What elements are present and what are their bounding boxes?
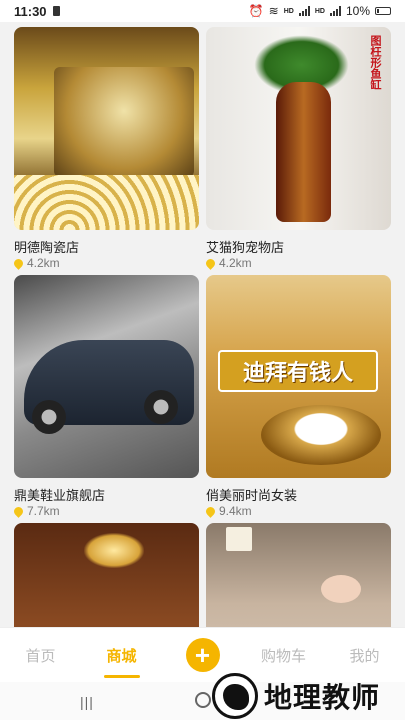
shop-image-3[interactable] [14, 275, 199, 478]
add-button[interactable]: + [185, 638, 220, 672]
shop-grid[interactable]: 明德陶瓷店 4.2km 图枉形鱼缸 艾猫狗宠物店 4.2km 鼎美鞋业旗舰店 7… [0, 22, 405, 627]
vase [276, 82, 331, 222]
car-wheel [32, 400, 66, 434]
location-pin-icon [204, 256, 217, 270]
shop-image-1[interactable] [14, 27, 199, 230]
shop-card-5[interactable] [14, 523, 199, 627]
shop-card-6[interactable] [206, 523, 391, 627]
tab-label: 我的 [349, 647, 380, 665]
shop-name[interactable]: 鼎美鞋业旗舰店 [14, 485, 199, 503]
hd-label-1: HD [283, 7, 294, 15]
image-banner: 迪拜有钱人 [218, 350, 378, 392]
recents-icon[interactable]: ||| [80, 694, 94, 710]
wifi-icon: ≋ [268, 4, 279, 18]
watermark-text: 地理教师 [264, 681, 381, 714]
battery-percent: 10% [345, 4, 370, 18]
tab-label: 商城 [106, 647, 137, 665]
shop-distance-row: 7.7km [12, 504, 199, 518]
sim-icon [52, 6, 60, 16]
shop-distance: 4.2km [27, 256, 60, 270]
shop-distance: 7.7km [27, 504, 60, 518]
shop-name[interactable]: 艾猫狗宠物店 [206, 237, 391, 255]
globe-logo-icon [212, 673, 258, 719]
location-pin-icon [204, 504, 217, 518]
golden-toilet [261, 405, 381, 465]
vase-side-text: 图枉形鱼缸 [369, 35, 381, 90]
chandelier [84, 533, 144, 568]
tab-label: 首页 [25, 647, 56, 665]
shop-distance: 9.4km [219, 504, 252, 518]
watermark: 地理教师 [212, 672, 380, 720]
shop-distance-row: 9.4km [204, 504, 391, 518]
shop-card-3[interactable]: 鼎美鞋业旗舰店 7.7km [12, 275, 199, 518]
shop-name[interactable]: 明德陶瓷店 [14, 237, 199, 255]
tab-home[interactable]: 首页 [0, 628, 81, 683]
bedside-lamp [226, 527, 252, 551]
tab-label: 购物车 [260, 647, 306, 665]
status-bar: 11:30 ⏰ ≋ HD HD 10% [0, 0, 405, 22]
shop-name[interactable]: 俏美丽时尚女装 [206, 485, 391, 503]
sleeping-person [321, 575, 361, 603]
dragon-relief [54, 67, 194, 177]
shop-card-4[interactable]: 迪拜有钱人 俏美丽时尚女装 9.4km [204, 275, 391, 518]
location-pin-icon [12, 256, 25, 270]
status-time: 11:30 [14, 3, 47, 19]
signal-icon-2 [329, 6, 341, 16]
hd-label-2: HD [314, 7, 325, 15]
shop-distance-row: 4.2km [12, 256, 199, 270]
tab-mall[interactable]: 商城 [81, 628, 162, 683]
shop-distance: 4.2km [219, 256, 252, 270]
battery-icon [375, 7, 391, 15]
signal-icon-1 [298, 6, 310, 16]
shop-card-2[interactable]: 图枉形鱼缸 艾猫狗宠物店 4.2km [204, 27, 391, 270]
shop-image-5[interactable] [14, 523, 199, 627]
shop-image-2[interactable]: 图枉形鱼缸 [206, 27, 391, 230]
status-indicators: ⏰ ≋ HD HD 10% [249, 4, 391, 18]
shop-image-6[interactable] [206, 523, 391, 627]
home-circle-icon[interactable] [195, 692, 211, 708]
shop-distance-row: 4.2km [204, 256, 391, 270]
shop-image-4[interactable]: 迪拜有钱人 [206, 275, 391, 478]
shop-card-1[interactable]: 明德陶瓷店 4.2km [12, 27, 199, 270]
car-wheel [144, 390, 178, 424]
alarm-icon: ⏰ [248, 4, 264, 18]
location-pin-icon [12, 504, 25, 518]
floor-pattern [14, 175, 199, 230]
